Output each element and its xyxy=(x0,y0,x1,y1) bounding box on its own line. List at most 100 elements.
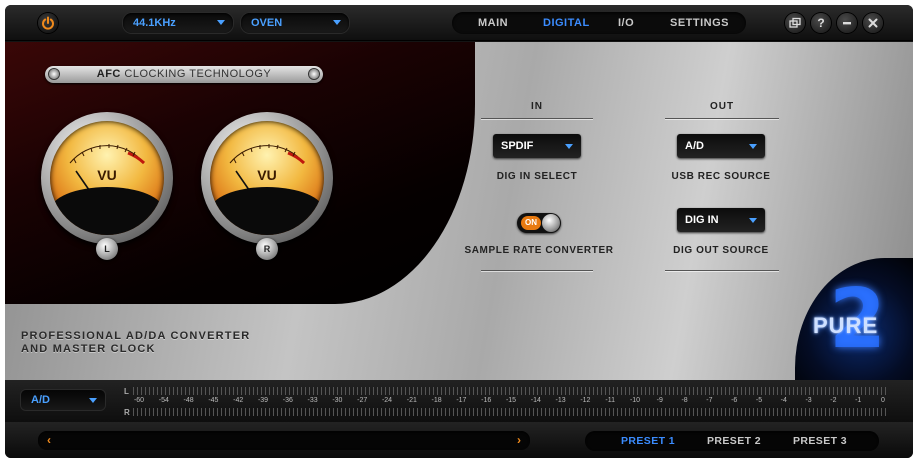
vu-meter-right: VU xyxy=(201,112,333,244)
channel-label-r: R xyxy=(124,408,130,417)
scale-label: -33 xyxy=(307,397,318,404)
minimize-button[interactable] xyxy=(837,13,857,33)
afc-subtitle: CLOCKING TECHNOLOGY xyxy=(124,68,272,80)
preset-1-button[interactable]: PRESET 1 xyxy=(621,431,675,451)
tab-digital[interactable]: DIGITAL xyxy=(543,12,590,34)
product-line-2: AND MASTER CLOCK xyxy=(21,343,156,355)
scale-label: -16 xyxy=(481,397,492,404)
chevron-down-icon xyxy=(217,20,225,25)
help-button[interactable]: ? xyxy=(811,13,831,33)
pure2-logo: 2 PURE xyxy=(795,258,913,380)
usb-rec-source-dropdown[interactable]: A/D xyxy=(677,134,765,158)
vu-meter-panel: AFC CLOCKING TECHNOLOGY VU L VU R xyxy=(5,42,475,304)
preset-3-button[interactable]: PRESET 3 xyxy=(793,431,847,451)
sample-rate-value: 44.1KHz xyxy=(133,17,176,29)
screw-icon xyxy=(309,69,319,79)
preset-tabs: PRESET 1 PRESET 2 PRESET 3 xyxy=(585,431,879,451)
sample-rate-converter-label: SAMPLE RATE CONVERTER xyxy=(464,245,614,256)
chevron-down-icon xyxy=(333,20,341,25)
dig-in-select-value: SPDIF xyxy=(501,140,534,152)
chevron-down-icon xyxy=(749,218,757,223)
dig-in-select-label: DIG IN SELECT xyxy=(496,171,578,182)
dig-in-select-dropdown[interactable]: SPDIF xyxy=(493,134,581,158)
dig-out-source-label: DIG OUT SOURCE xyxy=(673,245,769,256)
channel-knob-right[interactable]: R xyxy=(256,238,278,260)
scale-label: -30 xyxy=(332,397,343,404)
tab-io[interactable]: I/O xyxy=(618,12,634,34)
scale-label: -3 xyxy=(805,397,812,404)
scale-label: -4 xyxy=(780,397,787,404)
tab-settings[interactable]: SETTINGS xyxy=(670,12,729,34)
scale-label: -7 xyxy=(706,397,713,404)
chevron-down-icon xyxy=(565,144,573,149)
app-window: 44.1KHz OVEN MAIN DIGITAL I/O SETTINGS ? xyxy=(5,5,913,458)
toggle-state: ON xyxy=(521,216,541,230)
vu-meter-face: VU xyxy=(50,121,164,235)
main-tabs: MAIN DIGITAL I/O SETTINGS xyxy=(452,12,746,34)
meter-source-value: A/D xyxy=(31,394,50,406)
scale-label: -24 xyxy=(381,397,393,404)
scale-label: -5 xyxy=(755,397,763,404)
vu-label: VU xyxy=(257,167,277,183)
out-header: OUT xyxy=(709,101,735,112)
divider xyxy=(665,270,779,271)
preset-bar: ‹ › PRESET 1 PRESET 2 PRESET 3 xyxy=(5,422,913,458)
scale-label: -2 xyxy=(830,397,837,404)
preset-2-button[interactable]: PRESET 2 xyxy=(707,431,761,451)
power-button[interactable] xyxy=(38,13,58,33)
close-button[interactable] xyxy=(863,13,883,33)
scale-label: -1 xyxy=(855,397,862,404)
in-header: IN xyxy=(531,101,543,112)
scale-label: -18 xyxy=(431,397,442,404)
level-meter-r xyxy=(133,408,889,416)
meter-shadow xyxy=(210,187,324,235)
minimize-icon xyxy=(843,22,851,25)
vu-label: VU xyxy=(97,167,117,183)
arrow-left-icon[interactable]: ‹ xyxy=(47,434,51,447)
scale-label: -42 xyxy=(233,397,244,404)
scale-label: -9 xyxy=(656,397,663,404)
power-icon xyxy=(42,16,54,30)
scale-label: -12 xyxy=(580,397,591,404)
tab-main[interactable]: MAIN xyxy=(478,12,508,34)
dig-out-source-dropdown[interactable]: DIG IN xyxy=(677,208,765,232)
scale-label: -54 xyxy=(158,397,169,404)
scale-label: -36 xyxy=(282,397,293,404)
vu-meter-face: VU xyxy=(210,121,324,235)
clock-source-value: OVEN xyxy=(251,17,283,29)
scale-label: -8 xyxy=(681,397,688,404)
channel-label-l: L xyxy=(124,387,129,396)
scale-label: -48 xyxy=(183,397,194,404)
scale-label: -21 xyxy=(406,397,417,404)
main-panel: AFC CLOCKING TECHNOLOGY VU L VU R PROFES… xyxy=(5,42,913,380)
scale-label: -6 xyxy=(731,397,738,404)
screw-icon xyxy=(49,69,59,79)
sample-rate-converter-toggle[interactable]: ON xyxy=(517,213,561,233)
restore-button[interactable] xyxy=(785,13,805,33)
close-icon xyxy=(868,18,878,28)
toggle-knob xyxy=(542,214,560,232)
help-icon: ? xyxy=(817,16,825,30)
clock-source-dropdown[interactable]: OVEN xyxy=(241,13,349,33)
divider xyxy=(481,118,593,119)
divider xyxy=(481,270,593,271)
logo-text: PURE xyxy=(813,313,879,338)
chevron-down-icon xyxy=(89,398,97,403)
top-bar: 44.1KHz OVEN MAIN DIGITAL I/O SETTINGS ? xyxy=(5,5,913,41)
meter-shadow xyxy=(50,187,164,235)
scale-label: -10 xyxy=(629,397,641,404)
product-line-1: PROFESSIONAL AD/DA CONVERTER xyxy=(21,330,251,342)
dig-out-source-value: DIG IN xyxy=(685,214,719,226)
scale-label: 0 xyxy=(881,397,885,404)
restore-icon xyxy=(789,17,801,28)
usb-rec-source-label: USB REC SOURCE xyxy=(671,171,771,182)
arrow-right-icon[interactable]: › xyxy=(517,434,521,447)
divider xyxy=(665,118,779,119)
scale-label: -45 xyxy=(208,397,219,404)
meter-source-dropdown[interactable]: A/D xyxy=(21,390,105,410)
level-meter-bar: A/D L R -60 -54 -48 -45 -42 -39 -36 -33 -30 -27 -2… xyxy=(5,380,913,422)
scale-label: -27 xyxy=(357,397,368,404)
usb-rec-source-value: A/D xyxy=(685,140,704,152)
sample-rate-dropdown[interactable]: 44.1KHz xyxy=(123,13,233,33)
channel-knob-left[interactable]: L xyxy=(96,238,118,260)
